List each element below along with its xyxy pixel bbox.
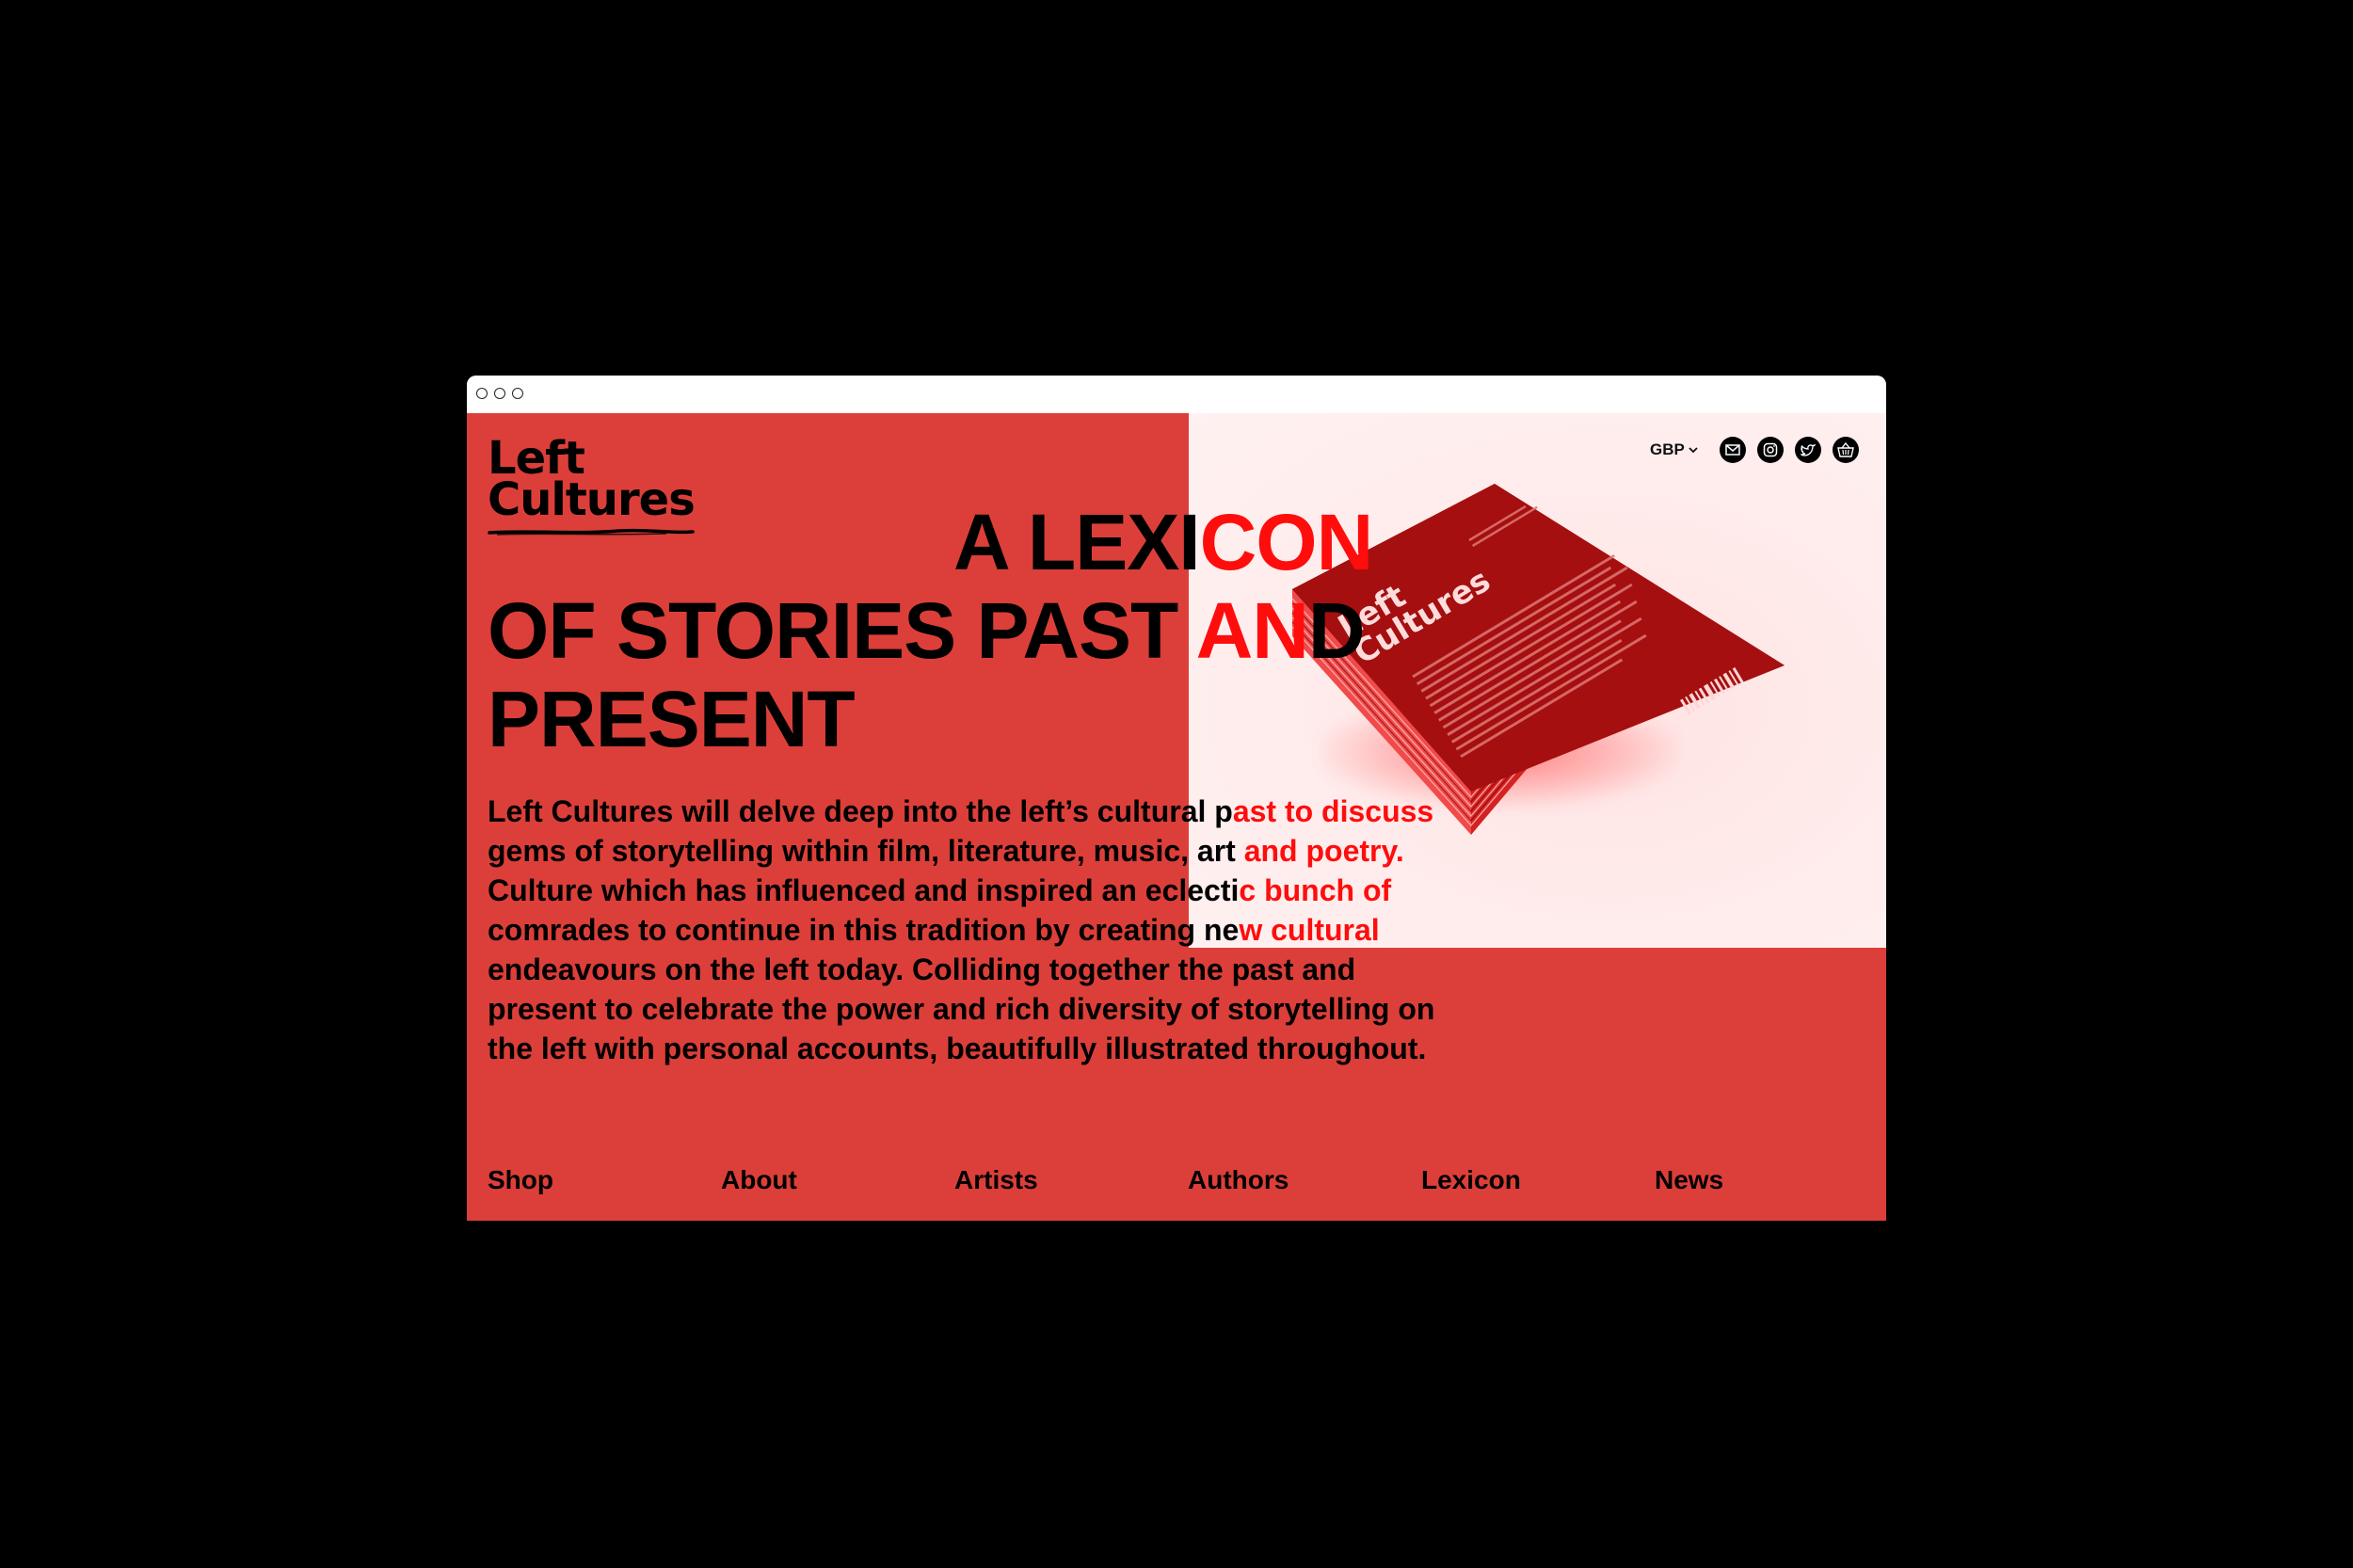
- nav-shop[interactable]: Shop: [488, 1165, 553, 1195]
- nav-about[interactable]: About: [721, 1165, 797, 1195]
- intro-line: Left Cultures will delve deep into the l…: [488, 794, 1434, 828]
- chevron-down-icon: [1689, 447, 1698, 454]
- headline-line2-tail: D: [1307, 586, 1366, 675]
- headline-line2-red: AN: [1195, 586, 1309, 675]
- intro-paragraph: Left Cultures will delve deep into the l…: [488, 792, 1435, 1068]
- headline-line1-red: CON: [1199, 498, 1374, 586]
- intro-line: gems of storytelling within film, litera…: [488, 834, 1404, 868]
- basket-icon[interactable]: [1832, 437, 1859, 463]
- window-maximize-dot[interactable]: [512, 388, 523, 399]
- headline-line3: PRESENT: [488, 675, 856, 763]
- nav-news[interactable]: News: [1655, 1165, 1723, 1195]
- mail-icon[interactable]: [1719, 437, 1746, 463]
- headline-line1-black: A LEXI: [953, 498, 1201, 586]
- utility-bar: GBP: [1650, 436, 1859, 464]
- nav-lexicon[interactable]: Lexicon: [1421, 1165, 1521, 1195]
- intro-line: endeavours on the left today. Colliding …: [488, 952, 1356, 986]
- intro-line: comrades to continue in this tradition b…: [488, 913, 1380, 947]
- nav-authors[interactable]: Authors: [1188, 1165, 1289, 1195]
- currency-label: GBP: [1650, 440, 1685, 458]
- intro-line: Culture which has influenced and inspire…: [488, 873, 1392, 907]
- homepage: Left Cultures Left Cultures GBP A LEXICO…: [467, 413, 1886, 1221]
- window-minimize-dot[interactable]: [494, 388, 505, 399]
- window-close-dot[interactable]: [476, 388, 488, 399]
- browser-title-bar: [467, 376, 1886, 413]
- headline-line2-black: OF STORIES PAST: [488, 586, 1196, 675]
- nav-artists[interactable]: Artists: [954, 1165, 1038, 1195]
- hero-headline: A LEXICON OF STORIES PAST AND PRESENT: [488, 498, 1523, 763]
- twitter-icon[interactable]: [1794, 437, 1821, 463]
- browser-window: Left Cultures Left Cultures GBP A LEXICO…: [467, 376, 1886, 1221]
- main-navigation: Shop About Artists Authors Lexicon News: [488, 1165, 1862, 1203]
- currency-selector[interactable]: GBP: [1650, 440, 1699, 459]
- instagram-icon[interactable]: [1756, 437, 1784, 463]
- intro-line: the left with personal accounts, beautif…: [488, 1032, 1427, 1065]
- intro-line: present to celebrate the power and rich …: [488, 992, 1435, 1026]
